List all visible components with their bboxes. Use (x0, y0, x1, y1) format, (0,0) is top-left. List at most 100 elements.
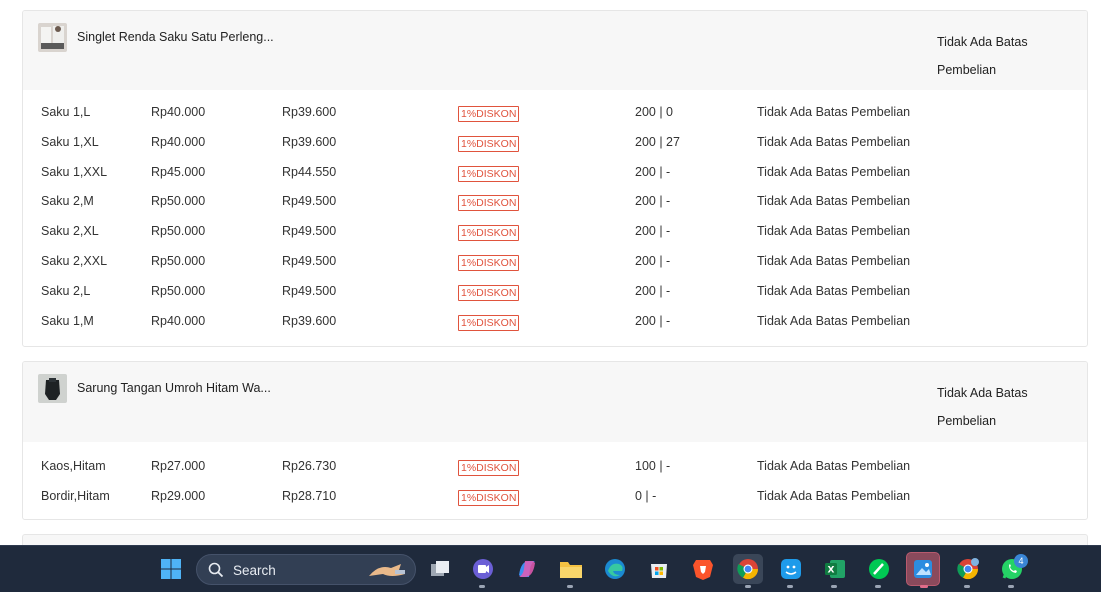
original-price: Rp50.000 (151, 253, 206, 268)
variant-name: Saku 1,M (41, 313, 94, 328)
edge-icon[interactable] (602, 556, 628, 582)
table-row: Saku 2,XXL Rp50.000 Rp49.500 1%DISKON 20… (23, 246, 1087, 276)
variant-name: Bordir,Hitam (41, 488, 110, 503)
discount-badge: 1%DISKON (458, 165, 520, 182)
excel-icon[interactable]: X (822, 556, 848, 582)
running-indicator (920, 585, 928, 588)
original-price: Rp50.000 (151, 224, 206, 239)
discount-badge: 1%DISKON (458, 135, 520, 152)
original-price: Rp50.000 (151, 194, 206, 209)
stock: 200 | 0 (635, 105, 674, 119)
discounted-price: Rp44.550 (282, 164, 337, 179)
product-card: Sarung Tangan Umroh Hitam Wa... Tidak Ad… (22, 361, 1088, 520)
brave-icon[interactable] (690, 556, 716, 582)
taskbar: Search X 4 (0, 545, 1101, 592)
discount-badge: 1%DISKON (458, 225, 520, 242)
product-thumbnail[interactable] (38, 23, 67, 52)
table-row: Saku 1,XXL Rp45.000 Rp44.550 1%DISKON 20… (23, 157, 1087, 187)
store-icon[interactable] (646, 556, 672, 582)
discount-badge: 1%DISKON (458, 106, 520, 122)
discounted-price: Rp39.600 (282, 134, 337, 149)
original-price: Rp29.000 (151, 488, 206, 503)
discounted-price: Rp49.500 (282, 283, 337, 298)
table-row: Saku 2,M Rp50.000 Rp49.500 1%DISKON 200 … (23, 186, 1087, 216)
table-row: Saku 2,XL Rp50.000 Rp49.500 1%DISKON 200… (23, 216, 1087, 246)
original-price: Rp40.000 (151, 105, 206, 119)
purchase-limit: Tidak Ada Batas Pembelian (757, 313, 911, 328)
table-row: Saku 1,L Rp40.000 Rp39.600 1%DISKON 200 … (23, 97, 1087, 127)
purchase-limit: Tidak Ada Batas Pembelian (757, 194, 911, 209)
product-header: Sarung Tangan Umroh Hitam Wa... Tidak Ad… (23, 362, 1087, 442)
stock: 200 | - (635, 283, 671, 298)
finder-icon[interactable] (778, 556, 804, 582)
start-icon[interactable] (158, 556, 184, 582)
discounted-price: Rp49.500 (282, 224, 337, 239)
original-price: Rp27.000 (151, 459, 206, 473)
purchase-limit: Tidak Ada Batas Pembelian (757, 134, 911, 149)
stock: 0 | - (635, 488, 657, 503)
search-icon (208, 562, 224, 581)
purchase-limit: Tidak Ada Batas Pembelian (937, 386, 1028, 428)
table-row: Saku 2,L Rp50.000 Rp49.500 1%DISKON 200 … (23, 276, 1087, 306)
original-price: Rp40.000 (151, 313, 206, 328)
file-explorer-icon[interactable] (558, 556, 584, 582)
purchase-limit: Tidak Ada Batas Pembelian (757, 253, 911, 268)
purchase-limit: Tidak Ada Batas Pembelian (757, 488, 911, 503)
purchase-limit: Tidak Ada Batas Pembelian (757, 283, 911, 298)
purchase-limit: Tidak Ada Batas Pembelian (937, 35, 1028, 77)
variant-table: Saku 1,L Rp40.000 Rp39.600 1%DISKON 200 … (23, 90, 1087, 335)
variant-name: Saku 2,L (41, 283, 91, 298)
variant-name: Saku 2,XL (41, 224, 99, 239)
running-indicator (875, 585, 881, 588)
product-thumbnail[interactable] (38, 374, 67, 403)
table-row: Bordir,Hitam Rp29.000 Rp28.710 1%DISKON … (23, 481, 1087, 511)
discounted-price: Rp49.500 (282, 194, 337, 209)
variant-name: Kaos,Hitam (41, 459, 106, 473)
discounted-price: Rp26.730 (282, 459, 337, 473)
copilot-icon[interactable] (514, 556, 540, 582)
table-row: Saku 1,XL Rp40.000 Rp39.600 1%DISKON 200… (23, 127, 1087, 157)
variant-name: Saku 1,L (41, 105, 91, 119)
running-indicator (1008, 585, 1014, 588)
stock: 200 | - (635, 224, 671, 239)
purchase-limit: Tidak Ada Batas Pembelian (757, 224, 911, 239)
product-name[interactable]: Singlet Renda Saku Satu Perleng... (77, 30, 274, 44)
variant-name: Saku 2,XXL (41, 253, 108, 268)
photos-icon[interactable] (906, 552, 940, 586)
table-row: Kaos,Hitam Rp27.000 Rp26.730 1%DISKON 10… (23, 451, 1087, 481)
product-card (22, 534, 1088, 545)
stock: 100 | - (635, 459, 671, 473)
stock: 200 | - (635, 194, 671, 209)
chrome-profile-icon[interactable] (955, 556, 981, 582)
running-indicator (479, 585, 485, 588)
product-name[interactable]: Sarung Tangan Umroh Hitam Wa... (77, 381, 271, 395)
discounted-price: Rp28.710 (282, 488, 337, 503)
notes-icon[interactable] (866, 556, 892, 582)
search-label: Search (233, 563, 276, 578)
notification-badge: 4 (1014, 554, 1028, 568)
discount-badge: 1%DISKON (458, 314, 520, 331)
task-view-icon[interactable] (427, 556, 453, 582)
search-highlight-icon (365, 558, 409, 585)
product-card: Singlet Renda Saku Satu Perleng... Tidak… (22, 10, 1088, 347)
chrome-icon[interactable] (733, 554, 763, 584)
discount-badge: 1%DISKON (458, 489, 520, 506)
discount-badge: 1%DISKON (458, 284, 520, 301)
chat-icon[interactable] (470, 556, 496, 582)
stock: 200 | 27 (635, 134, 680, 149)
table-row: Saku 1,M Rp40.000 Rp39.600 1%DISKON 200 … (23, 306, 1087, 336)
discounted-price: Rp39.600 (282, 105, 337, 119)
variant-name: Saku 1,XXL (41, 164, 108, 179)
discounted-price: Rp49.500 (282, 253, 337, 268)
search-input[interactable]: Search (196, 554, 416, 585)
stock: 200 | - (635, 253, 671, 268)
running-indicator (831, 585, 837, 588)
stock: 200 | - (635, 164, 671, 179)
variant-name: Saku 1,XL (41, 134, 99, 149)
running-indicator (567, 585, 573, 588)
purchase-limit: Tidak Ada Batas Pembelian (757, 105, 911, 119)
svg-text:X: X (828, 566, 835, 576)
discount-badge: 1%DISKON (458, 460, 520, 476)
original-price: Rp50.000 (151, 283, 206, 298)
product-list: Singlet Renda Saku Satu Perleng... Tidak… (0, 0, 1101, 545)
